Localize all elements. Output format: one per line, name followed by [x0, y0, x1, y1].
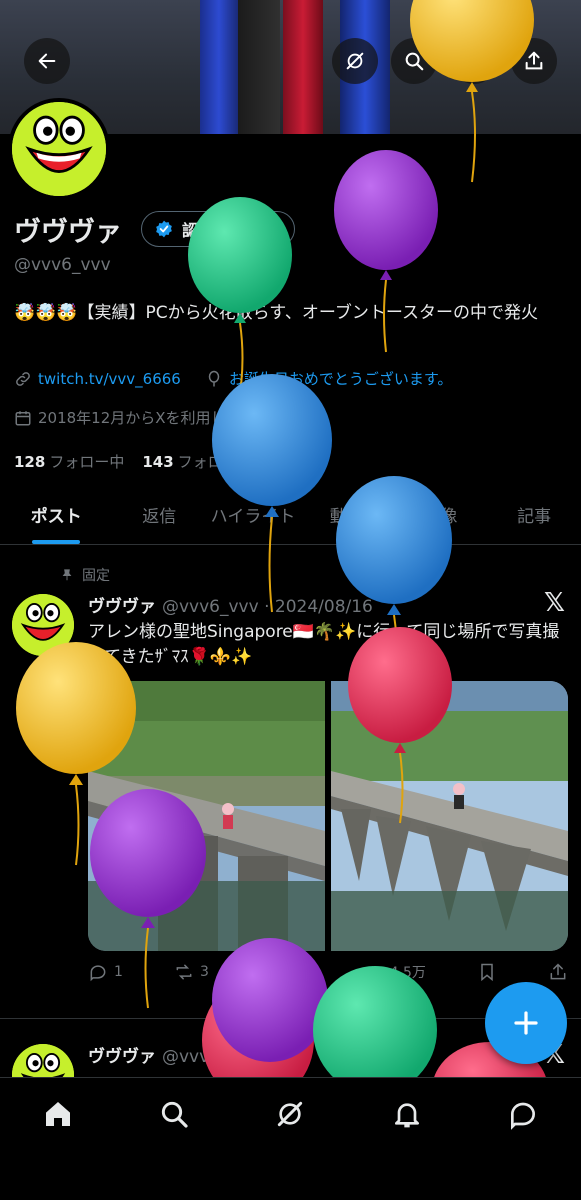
profile-avatar[interactable]	[8, 98, 110, 200]
tweet-header-2: ヴヴヴァ @vvv6_vvv	[88, 1042, 259, 1067]
search-icon	[162, 1101, 188, 1128]
banner-dark-stripe	[238, 0, 280, 134]
bell-icon	[394, 1103, 419, 1128]
get-verified-label: 認証を受ける	[182, 221, 279, 240]
repost-count: 3	[199, 964, 209, 980]
chevron-right-icon: ›	[291, 408, 298, 427]
balloon-birthday-icon	[208, 370, 220, 386]
share-icon	[525, 51, 543, 70]
tab-images[interactable]: 画像	[394, 485, 488, 544]
tweet-author-name[interactable]: ヴヴヴァ	[88, 597, 156, 617]
user-handle: @vvv6_vvv	[14, 255, 111, 275]
tweet-photo-1[interactable]	[88, 681, 325, 951]
tweet-media[interactable]	[88, 681, 568, 951]
heart-icon	[262, 964, 278, 980]
nav-search[interactable]	[146, 1098, 202, 1154]
following-label: フォロー中	[49, 453, 125, 471]
grok-icon	[278, 1101, 303, 1127]
birthday-message[interactable]: お誕生日おめでとうございます。	[229, 368, 453, 389]
bridge-photo-2	[331, 681, 568, 951]
tweet-actions: 1 3 593 4.5万	[88, 962, 568, 982]
pinned-label: 固定	[82, 568, 110, 584]
view-count: 4.5万	[389, 965, 426, 981]
views-chart-icon	[367, 966, 382, 980]
profile-website-link[interactable]: twitch.tv/vvv_6666	[38, 370, 181, 388]
joined-row[interactable]: 2018年12月からXを利用しています ›	[14, 407, 297, 428]
followers-link[interactable]: 143 フォロワー	[142, 451, 252, 472]
x-logo-icon: 𝕏	[544, 588, 565, 618]
compose-post-button[interactable]	[485, 982, 567, 1064]
plus-icon	[514, 1011, 538, 1035]
get-verified-button[interactable]: 認証を受ける	[141, 211, 296, 247]
follow-stats: 128 フォロー中 143 フォロワー	[14, 451, 253, 472]
link-icon	[16, 371, 30, 386]
profile-tabs: ポスト 返信 ハイライト 動画 画像 記事	[0, 485, 581, 545]
bookmark-button[interactable]	[477, 962, 497, 982]
followers-label: フォロワー	[177, 453, 253, 471]
search-icon	[405, 52, 424, 71]
arrow-left-icon	[38, 53, 56, 69]
pin-icon	[62, 569, 72, 581]
tweet-avatar[interactable]	[12, 594, 74, 656]
repost-button[interactable]: 3	[174, 962, 209, 982]
tab-videos[interactable]: 動画	[300, 485, 394, 544]
grok-button[interactable]	[332, 38, 378, 84]
display-name: ヴヴヴァ	[14, 217, 122, 248]
bottom-navigation	[0, 1077, 581, 1200]
profile-meta-row: twitch.tv/vvv_6666 お誕生日おめでとうございます。	[14, 368, 452, 389]
banner-blue-stripe	[200, 0, 238, 134]
share-tweet-button[interactable]	[548, 962, 568, 982]
frog-face-avatar-image	[12, 594, 74, 656]
nav-messages[interactable]	[495, 1098, 551, 1154]
share-button[interactable]	[511, 38, 557, 84]
reply-button[interactable]: 1	[88, 962, 123, 982]
tweet-author-name-2[interactable]: ヴヴヴァ	[88, 1047, 156, 1067]
views-button[interactable]: 4.5万	[364, 962, 426, 982]
tweet-header: ヴヴヴァ @vvv6_vvv · 2024/08/16	[88, 592, 373, 617]
frog-face-avatar-image	[12, 102, 106, 196]
tab-highlights[interactable]: ハイライト	[206, 485, 300, 544]
followers-count: 143	[142, 453, 174, 471]
grok-icon	[346, 52, 364, 70]
repost-icon	[176, 964, 192, 980]
tab-posts[interactable]: ポスト	[0, 485, 112, 544]
tweet-handle-date: @vvv6_vvv · 2024/08/16	[162, 597, 373, 617]
tab-replies[interactable]: 返信	[112, 485, 206, 544]
reply-icon	[90, 965, 106, 982]
nav-grok[interactable]	[262, 1098, 318, 1154]
following-count: 128	[14, 453, 46, 471]
pencil-icon	[465, 52, 483, 70]
green-balloon-bottom	[313, 966, 437, 1077]
verified-badge-icon	[156, 220, 172, 238]
bookmark-icon	[481, 963, 493, 982]
tweet-photo-2[interactable]	[331, 681, 568, 951]
edit-button[interactable]	[451, 38, 497, 84]
tweet-handle-2: @vvv6_vvv	[162, 1047, 259, 1067]
search-button[interactable]	[391, 38, 437, 84]
nav-home[interactable]	[30, 1098, 86, 1154]
bridge-photo-1	[88, 681, 325, 951]
messages-icon	[510, 1102, 535, 1130]
following-link[interactable]: 128 フォロー中	[14, 451, 124, 472]
back-button[interactable]	[24, 38, 70, 84]
tweet-text: アレン様の聖地Singapore🇸🇬🌴✨に行って同じ場所で写真撮ってきたｻﾞﾏｽ…	[88, 622, 560, 667]
profile-screen: ヴヴヴァ 認証を受ける @vvv6_vvv 🤯🤯🤯【実績】PCから火花散らす、オ…	[0, 0, 581, 1200]
reply-count: 1	[114, 964, 123, 980]
nav-notifications[interactable]	[379, 1098, 435, 1154]
calendar-icon	[15, 410, 31, 425]
like-button[interactable]: 593	[260, 962, 313, 982]
pinned-indicator: 固定	[60, 565, 110, 585]
banner-red-stripe	[283, 0, 323, 134]
home-icon	[46, 1102, 71, 1126]
share-icon	[550, 963, 566, 980]
profile-bio: 🤯🤯🤯【実績】PCから火花散らす、オーブントースターの中で発火	[14, 303, 539, 323]
like-count: 593	[285, 964, 313, 980]
joined-date: 2018年12月からXを利用しています	[38, 409, 286, 427]
tab-articles[interactable]: 記事	[487, 485, 581, 544]
